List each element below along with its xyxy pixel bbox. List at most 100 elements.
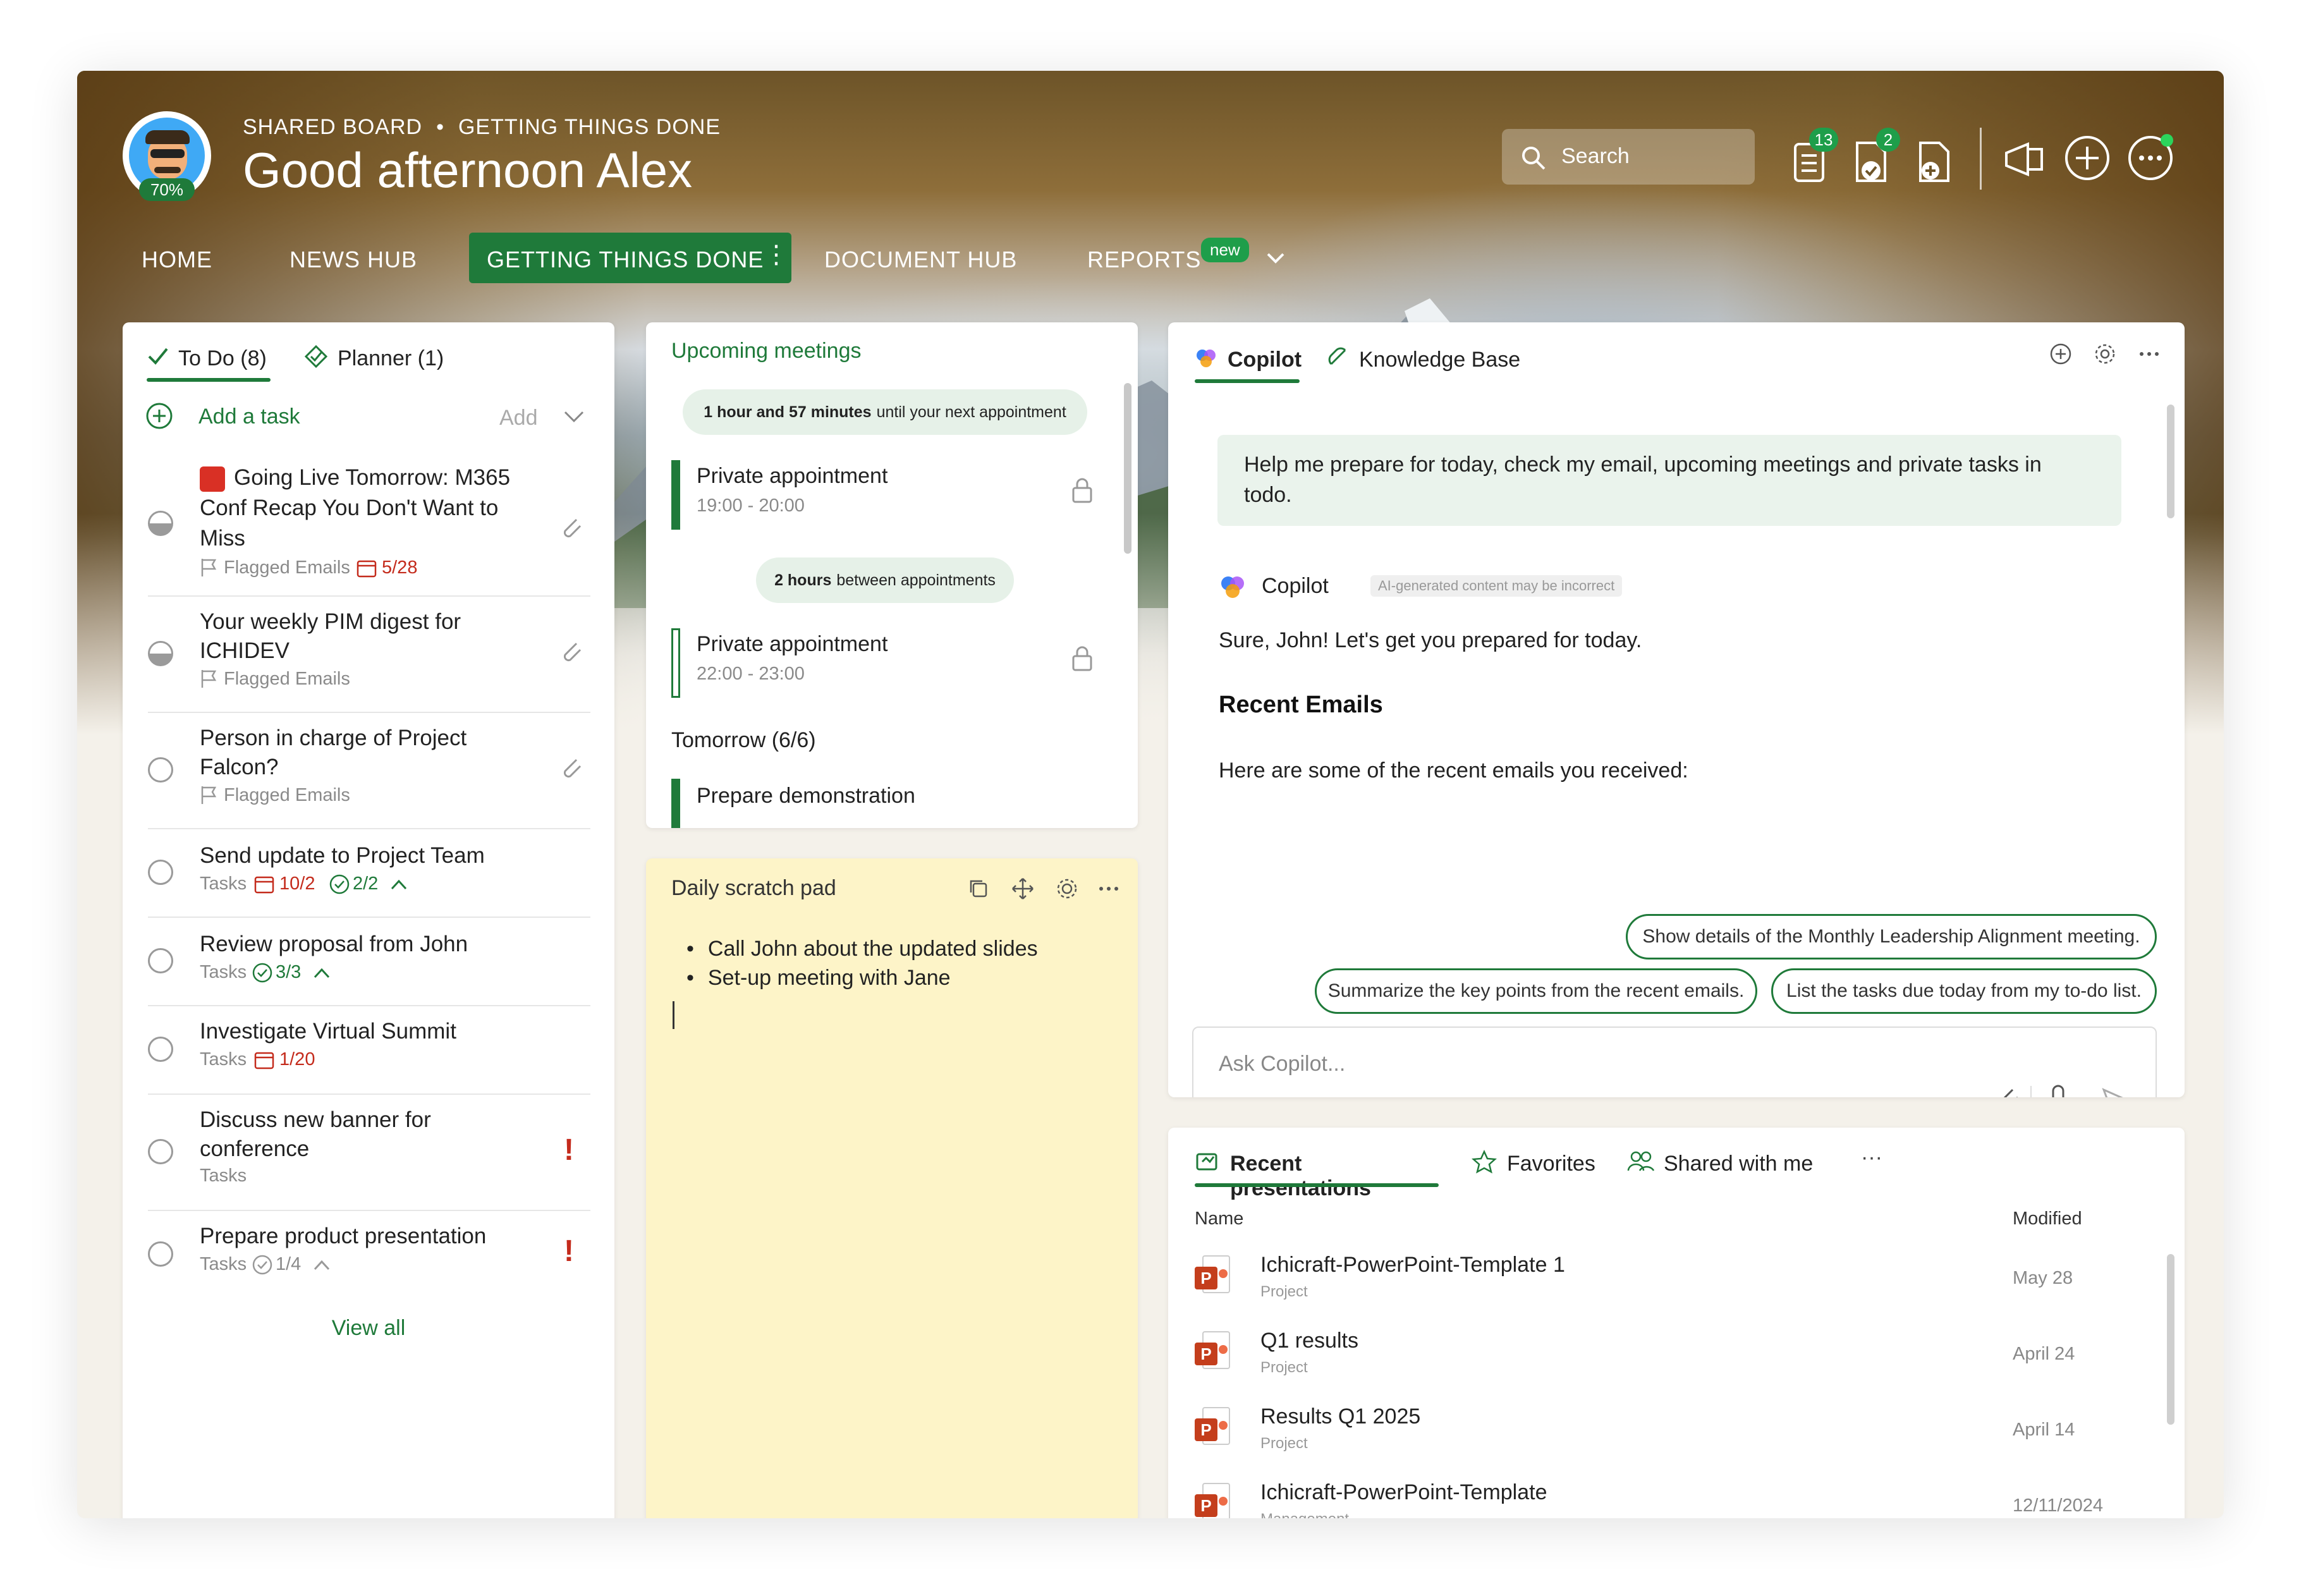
task-checkbox[interactable] (148, 1241, 173, 1267)
move-icon[interactable] (1010, 876, 1035, 901)
nav-home[interactable]: HOME (142, 247, 212, 273)
nav-reports[interactable]: REPORTS (1087, 247, 1201, 273)
add-circle-icon (146, 403, 173, 429)
task-checkbox[interactable] (148, 757, 173, 783)
task-checkbox[interactable] (148, 1139, 173, 1164)
task-checkbox[interactable] (148, 641, 173, 666)
scrollbar[interactable] (2167, 405, 2174, 518)
suggestion-chip[interactable]: Summarize the key points from the recent… (1315, 968, 1757, 1014)
user-message-text: Help me prepare for today, check my emai… (1244, 453, 2042, 477)
more-icon[interactable] (2137, 341, 2162, 367)
appointment-item[interactable]: Prepare demonstration (671, 779, 1101, 828)
tasks-button[interactable]: 13 (1790, 128, 1838, 188)
attachment-icon[interactable] (559, 755, 584, 783)
settings-icon[interactable] (2092, 341, 2118, 367)
breadcrumb-getting-things-done[interactable]: GETTING THINGS DONE (458, 115, 721, 140)
task-checkbox[interactable] (148, 948, 173, 973)
approvals-button[interactable]: 2 (1852, 128, 1900, 188)
add-circle-icon[interactable] (2063, 134, 2111, 182)
powerpoint-file-icon: P (1195, 1483, 1233, 1518)
send-icon[interactable] (2101, 1086, 2129, 1097)
tab-planner[interactable]: Planner (1) (303, 335, 455, 383)
new-chat-icon[interactable] (2048, 341, 2073, 367)
scrollbar[interactable] (2167, 1254, 2174, 1425)
flag-icon (201, 559, 217, 576)
tab-copilot-label: Copilot (1228, 348, 1302, 372)
file-modified: April 14 (2013, 1420, 2075, 1440)
tab-favorites[interactable]: Favorites (1472, 1139, 1617, 1187)
tab-todo[interactable]: To Do (8) (147, 335, 273, 383)
flag-icon (201, 786, 217, 804)
chevron-up-icon[interactable] (312, 1258, 331, 1272)
file-row[interactable]: P Results Q1 2025 Project April 14 (1195, 1398, 2130, 1468)
task-item[interactable]: Discuss new banner for conference Tasks … (123, 1095, 614, 1209)
file-row[interactable]: P Q1 results Project April 24 (1195, 1322, 2130, 1392)
settings-icon[interactable] (1054, 876, 1080, 901)
nav-getting-things-done[interactable]: GETTING THINGS DONE ⋮ (469, 233, 791, 283)
avatar[interactable]: 70% (123, 111, 211, 201)
microphone-icon[interactable] (2044, 1083, 2072, 1097)
nav-news-hub[interactable]: NEWS HUB (290, 247, 417, 273)
add-task-row[interactable]: Add a task Add (145, 392, 594, 440)
more-icon[interactable] (1096, 876, 1121, 901)
tab-recent-presentations[interactable]: Recent presentations (1195, 1139, 1448, 1200)
nav-kebab-icon[interactable]: ⋮ (764, 240, 789, 269)
reply-heading: Recent Emails (1219, 691, 1383, 718)
add-task-input[interactable]: Add a task (198, 405, 300, 429)
task-checkbox[interactable] (148, 860, 173, 885)
column-header-modified[interactable]: Modified (2013, 1209, 2082, 1229)
task-item[interactable]: Send update to Project Team Tasks 10/2 2… (123, 829, 614, 915)
task-title: Review proposal from John (200, 932, 468, 956)
more-tabs-button[interactable]: ··· (1861, 1145, 1882, 1170)
task-due-date: 5/28 (382, 557, 418, 578)
copilot-icon (1221, 576, 1244, 598)
breadcrumb-shared-board[interactable]: SHARED BOARD (243, 115, 422, 140)
search-input[interactable]: Search (1502, 129, 1755, 185)
add-task-button[interactable]: Add (499, 406, 538, 430)
appointment-item[interactable]: Private appointment 22:00 - 23:00 (671, 628, 1101, 698)
chevron-up-icon[interactable] (312, 966, 331, 980)
new-document-icon[interactable] (1915, 138, 1956, 188)
nav-document-hub[interactable]: DOCUMENT HUB (824, 247, 1017, 273)
task-item[interactable]: Going Live Tomorrow: M365 Conf Recap You… (123, 449, 614, 594)
presentations-card: Recent presentations Favorites Shared wi… (1168, 1128, 2185, 1518)
scratch-bullet[interactable]: • Call John about the updated slides (686, 937, 1038, 961)
task-title-line: Conf Recap You Don't Want to (200, 496, 499, 520)
file-row[interactable]: P Ichicraft-PowerPoint-Template 1 Projec… (1195, 1246, 2130, 1316)
tab-shared-with-me-label: Shared with me (1664, 1152, 1814, 1176)
attachment-icon[interactable] (1991, 1083, 2022, 1097)
tab-indicator (147, 378, 271, 382)
scrollbar[interactable] (1124, 383, 1131, 554)
column-header-name[interactable]: Name (1195, 1209, 1243, 1229)
chevron-down-icon[interactable] (1264, 249, 1287, 268)
view-all-link[interactable]: View all (123, 1316, 614, 1341)
megaphone-icon[interactable] (2003, 140, 2047, 178)
tab-copilot[interactable]: Copilot (1195, 335, 1308, 383)
file-row[interactable]: P Ichicraft-PowerPoint-Template Manageme… (1195, 1474, 2130, 1518)
check-circle-icon (252, 1255, 272, 1275)
ask-copilot-input[interactable]: Ask Copilot... (1192, 1026, 2157, 1097)
suggestion-chip[interactable]: Show details of the Monthly Leadership A… (1626, 914, 2157, 959)
attachment-icon[interactable] (559, 515, 584, 542)
chevron-up-icon[interactable] (389, 877, 408, 891)
appointment-title: Private appointment (697, 464, 888, 488)
task-item[interactable]: Person in charge of Project Falcon? Flag… (123, 713, 614, 827)
copy-icon[interactable] (967, 877, 990, 900)
task-checkbox[interactable] (148, 511, 173, 536)
task-source: Tasks (200, 874, 247, 894)
tab-knowledge-base[interactable]: Knowledge Base (1326, 335, 1535, 383)
task-checkbox[interactable] (148, 1037, 173, 1062)
attachment-icon[interactable] (559, 638, 584, 666)
task-source: Tasks (200, 1166, 247, 1186)
suggestion-chip[interactable]: List the tasks due today from my to-do l… (1771, 968, 2157, 1014)
appointment-item[interactable]: Private appointment 19:00 - 20:00 (671, 460, 1101, 530)
task-item[interactable]: Investigate Virtual Summit Tasks 1/20 (123, 1006, 614, 1092)
tab-shared-with-me[interactable]: Shared with me (1627, 1139, 1836, 1187)
chevron-down-icon[interactable] (563, 408, 585, 426)
task-item[interactable]: Prepare product presentation Tasks 1/4 ! (123, 1211, 614, 1297)
file-modified: 12/11/2024 (2013, 1495, 2103, 1516)
task-item[interactable]: Your weekly PIM digest for ICHIDEV Flagg… (123, 597, 614, 710)
more-options-icon[interactable] (2126, 134, 2177, 182)
scratch-bullet[interactable]: • Set-up meeting with Jane (686, 966, 951, 990)
task-item[interactable]: Review proposal from John Tasks 3/3 (123, 918, 614, 1004)
